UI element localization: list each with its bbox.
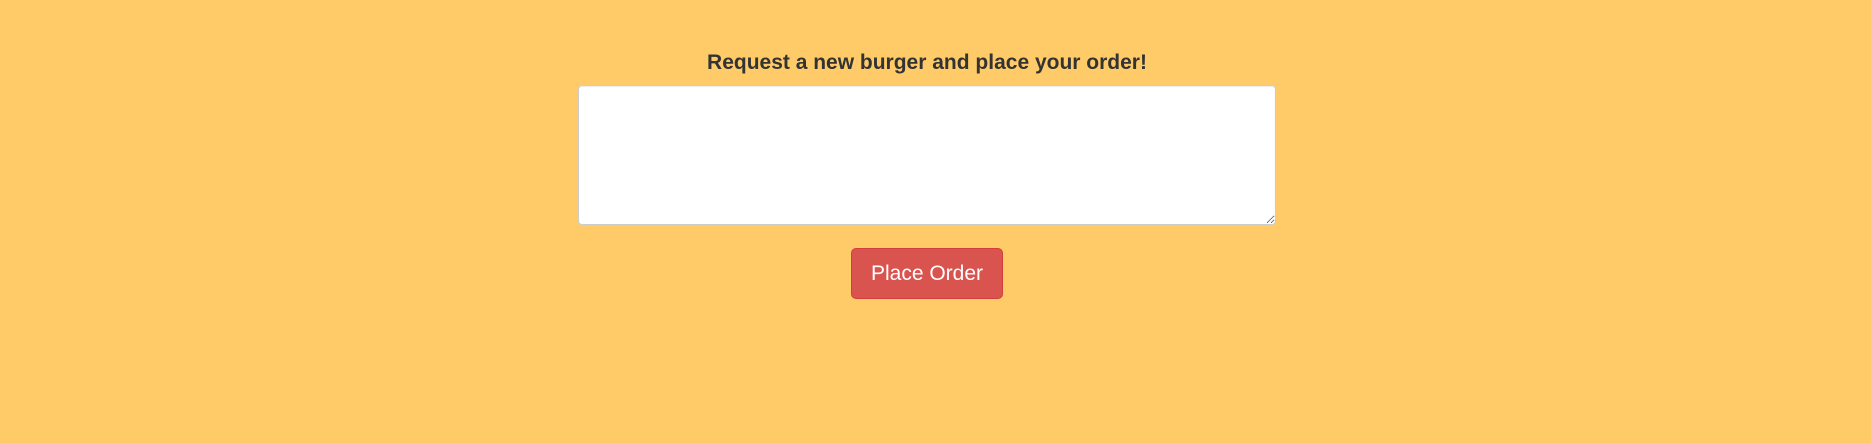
burger-name-textarea[interactable] <box>578 85 1276 225</box>
burger-order-form: Request a new burger and place your orde… <box>578 48 1276 299</box>
place-order-button[interactable]: Place Order <box>851 248 1003 299</box>
burger-request-label: Request a new burger and place your orde… <box>707 51 1147 74</box>
page: Request a new burger and place your orde… <box>0 0 1871 443</box>
